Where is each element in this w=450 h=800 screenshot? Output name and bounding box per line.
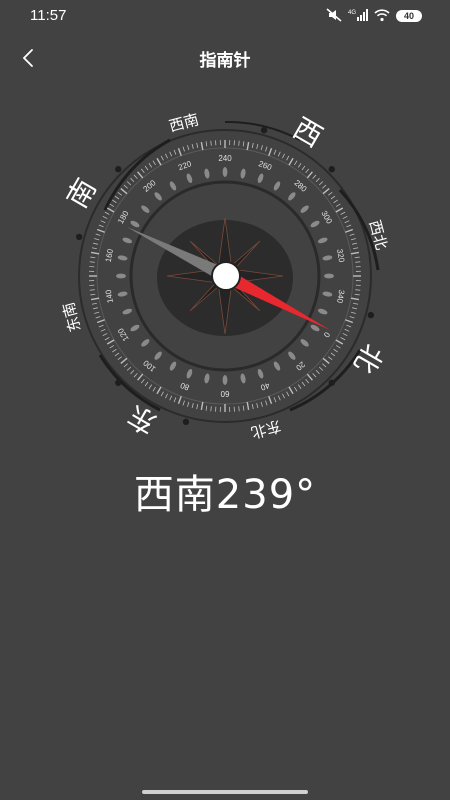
degree-label: 240 — [218, 154, 232, 163]
svg-text:4G: 4G — [348, 10, 356, 16]
home-indicator[interactable] — [142, 790, 308, 794]
dial-marker — [257, 368, 264, 379]
direction-label-minor: 西南 — [167, 110, 201, 135]
dial-marker — [317, 308, 328, 315]
wifi-icon — [374, 7, 390, 26]
dial-marker — [130, 324, 140, 332]
header: 指南针 — [0, 36, 450, 80]
dial-marker — [186, 173, 193, 184]
dial-marker — [317, 237, 328, 244]
dial-marker — [273, 181, 281, 191]
dial-marker — [154, 351, 162, 360]
degree-label: 100 — [141, 358, 157, 374]
degree-label: 160 — [104, 248, 115, 263]
dial-marker — [116, 273, 126, 279]
status-bar: 11:57 4G 40 — [0, 0, 450, 32]
dial-marker — [122, 237, 133, 244]
direction-label-minor: 东南 — [59, 300, 84, 334]
degree-label: 140 — [104, 288, 115, 303]
dial-marker — [122, 308, 133, 315]
dial-marker — [186, 368, 193, 379]
status-time: 11:57 — [30, 7, 67, 24]
degree-label: 80 — [179, 380, 191, 392]
degree-label: 300 — [319, 209, 334, 226]
dial-marker — [169, 361, 177, 371]
dial-marker — [141, 339, 150, 347]
dial-marker — [130, 220, 140, 228]
heading-readout: 西南239° — [133, 472, 317, 518]
degree-label: 120 — [116, 326, 131, 343]
compass: 0 20 40 60 80 100 120 140 160 180 200 220 240 260 280 3… — [0, 110, 450, 441]
dial-marker — [222, 167, 228, 177]
degree-label: 60 — [220, 389, 229, 398]
dial-marker — [141, 205, 150, 213]
degree-label: 180 — [116, 209, 131, 226]
degree-label: 260 — [257, 159, 273, 172]
degree-label: 40 — [259, 381, 271, 393]
degree-label: 280 — [292, 178, 308, 194]
dial-marker — [204, 373, 210, 384]
dial-marker — [288, 351, 296, 360]
degree-label: 0 — [321, 331, 331, 340]
dial-marker — [300, 339, 309, 347]
dial-marker — [154, 192, 162, 201]
dial-marker — [240, 373, 246, 384]
dial-marker — [288, 192, 296, 201]
dial-marker — [169, 181, 177, 191]
dial-marker — [204, 168, 210, 179]
degree-label: 320 — [335, 248, 346, 263]
dial-marker — [310, 220, 320, 228]
degree-label: 340 — [335, 289, 346, 304]
mute-icon — [326, 7, 342, 26]
dial-marker — [117, 291, 128, 297]
signal-icon: 4G — [348, 7, 368, 26]
dial-marker — [222, 375, 228, 385]
degree-label: 220 — [177, 159, 193, 172]
degree-label: 20 — [294, 360, 307, 373]
dial-marker — [322, 255, 333, 261]
dial-marker — [322, 291, 333, 297]
page-title: 指南针 — [199, 51, 251, 71]
dial-marker — [273, 361, 281, 371]
dial-marker — [257, 173, 264, 184]
dial-marker — [117, 255, 128, 261]
dial-marker — [324, 273, 334, 279]
dial-marker — [240, 168, 246, 179]
direction-label-minor: 西北 — [366, 218, 391, 252]
compass-dial: 0 20 40 60 80 100 120 140 160 180 200 220 240 260 280 3… — [59, 110, 391, 441]
degree-label: 200 — [142, 178, 158, 194]
dial-marker — [300, 205, 309, 213]
battery-icon: 40 — [396, 10, 422, 22]
status-icons: 4G 40 — [326, 6, 422, 26]
